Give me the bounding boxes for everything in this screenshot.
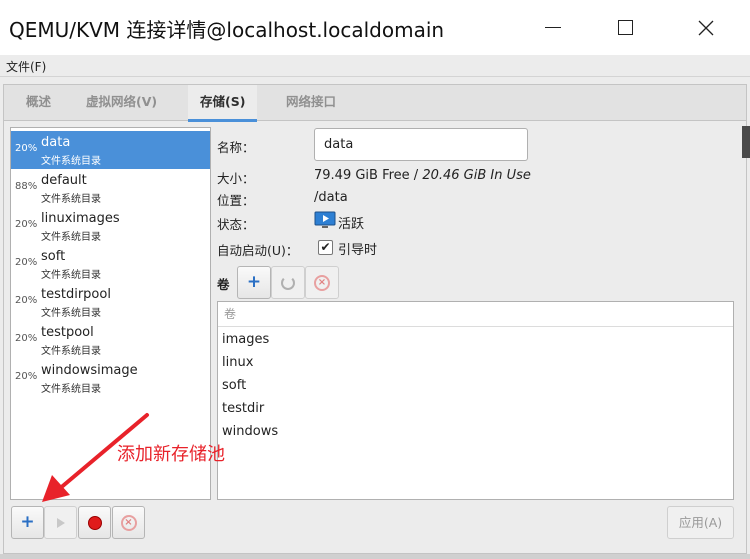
close-button[interactable] [683,0,729,55]
maximize-button[interactable] [602,0,648,55]
minimize-button[interactable] [530,0,576,55]
pool-usage: 20% [15,333,38,344]
autostart-checkbox[interactable]: ✔ [318,240,333,255]
stop-icon [87,515,102,530]
play-icon [56,517,65,528]
volume-item[interactable]: linux [222,355,253,370]
pool-item-data[interactable]: 20% data 文件系统目录 [11,131,210,169]
window-bottom-edge [0,554,750,559]
monitor-icon [314,211,336,228]
state-value: 活跃 [338,217,365,232]
menu-file[interactable]: 文件(F) [6,58,46,75]
name-label: 名称： [217,140,255,155]
plus-icon: + [20,512,35,532]
background-window-edge [742,126,750,158]
close-icon [698,20,714,35]
state-label: 状态： [217,217,255,232]
location-value: /data [314,190,348,205]
size-in-use: 20.46 GiB In Use [422,168,531,183]
autostart-value: 引导时 [338,243,378,258]
title-bar: QEMU/KVM 连接详情@localhost.localdomain [0,0,750,55]
pool-name: linuximages [41,211,120,226]
tab-virtual-networks[interactable]: 虚拟网络(V) [86,85,157,121]
window-title: QEMU/KVM 连接详情@localhost.localdomain [9,18,445,42]
pool-type: 文件系统目录 [41,308,101,319]
autostart-label: 自动启动(U)： [217,243,299,258]
size-value: 79.49 GiB Free / 20.46 GiB In Use [314,168,531,183]
pool-type: 文件系统目录 [41,346,101,357]
delete-volume-button[interactable]: × [305,266,339,299]
pool-usage: 20% [15,143,38,154]
refresh-icon [281,275,295,290]
pool-type: 文件系统目录 [41,194,101,205]
pool-type: 文件系统目录 [41,384,101,395]
pool-name: data [41,135,71,150]
volumes-label: 卷 [217,277,230,292]
location-label: 位置： [217,193,255,208]
pool-item-default[interactable]: 88% default 文件系统目录 [11,169,210,207]
add-pool-button[interactable]: + [11,506,44,539]
pool-item-testpool[interactable]: 20% testpool 文件系统目录 [11,321,210,359]
pool-usage: 20% [15,295,38,306]
pool-item-windowsimage[interactable]: 20% windowsimage 文件系统目录 [11,359,210,397]
delete-icon: × [314,274,330,291]
delete-pool-button[interactable]: × [112,506,145,539]
volume-list[interactable]: 卷 images linux soft testdir windows [217,301,734,500]
tab-storage[interactable]: 存储(S) [188,85,258,122]
pool-name: windowsimage [41,363,138,378]
apply-button[interactable]: 应用(A) [667,506,734,539]
pool-usage: 20% [15,219,38,230]
pool-name: default [41,173,87,188]
pool-usage: 20% [15,371,38,382]
pool-type: 文件系统目录 [41,156,101,167]
maximize-icon [617,20,633,35]
volume-item[interactable]: windows [222,424,278,439]
tab-bar: 概述 虚拟网络(V) 存储(S) 网络接口 [4,85,746,122]
pool-item-testdirpool[interactable]: 20% testdirpool 文件系统目录 [11,283,210,321]
annotation-text: 添加新存储池 [117,444,225,465]
size-label: 大小： [217,171,255,186]
menu-bar: 文件(F) [0,55,750,77]
pool-usage: 88% [15,181,38,192]
pool-usage: 20% [15,257,38,268]
volume-item[interactable]: soft [222,378,246,393]
pool-name: soft [41,249,66,264]
volume-column-header[interactable]: 卷 [218,302,733,327]
add-volume-button[interactable]: + [237,266,271,299]
plus-icon: + [246,272,262,292]
pool-name: testpool [41,325,94,340]
stop-pool-button[interactable] [78,506,111,539]
start-pool-button[interactable] [44,506,77,539]
size-free: 79.49 GiB Free / [314,168,423,183]
refresh-volumes-button[interactable] [271,266,305,299]
pool-item-linuximages[interactable]: 20% linuximages 文件系统目录 [11,207,210,245]
minimize-icon [545,27,561,28]
pool-type: 文件系统目录 [41,270,101,281]
pool-item-soft[interactable]: 20% soft 文件系统目录 [11,245,210,283]
volume-item[interactable]: images [222,332,269,347]
pool-name-field[interactable]: data [314,128,528,161]
tab-network-interfaces[interactable]: 网络接口 [286,85,336,121]
pool-type: 文件系统目录 [41,232,101,243]
delete-icon: × [120,514,137,531]
pool-name: testdirpool [41,287,111,302]
tab-overview[interactable]: 概述 [26,85,51,121]
volume-item[interactable]: testdir [222,401,264,416]
